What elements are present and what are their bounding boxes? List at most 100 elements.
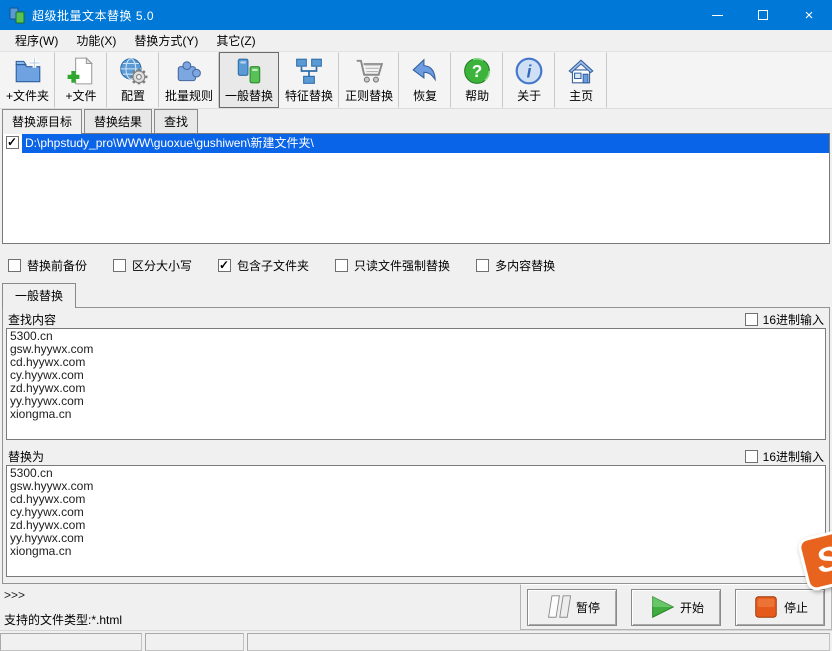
row-checkbox[interactable] <box>6 136 19 149</box>
checkbox[interactable] <box>745 313 758 326</box>
checkbox[interactable] <box>335 259 348 272</box>
find-header-row: 查找内容 16进制输入 <box>6 310 826 328</box>
toolbar-label: 批量规则 <box>165 87 213 104</box>
tab-replace-result[interactable]: 替换结果 <box>84 109 152 133</box>
toolbar-label: 一般替换 <box>225 87 273 104</box>
tab-replace-source[interactable]: 替换源目标 <box>2 109 82 134</box>
app-window: 超级批量文本替换 5.0 × 程序(W) 功能(X) 替换方式(Y) 其它(Z)… <box>0 0 832 651</box>
replace-hex-option[interactable]: 16进制输入 <box>745 448 824 465</box>
toolbar-feature-replace[interactable]: 特征替换 <box>279 52 339 108</box>
toolbar-label: 配置 <box>121 87 145 104</box>
option-force-readonly[interactable]: 只读文件强制替换 <box>335 257 450 274</box>
toolbar-regex-replace[interactable]: 正则替换 <box>339 52 399 108</box>
globe-gear-icon <box>118 56 148 86</box>
option-label: 多内容替换 <box>495 257 555 274</box>
find-content-textarea[interactable]: 5300.cn gsw.hyywx.com cd.hyywx.com cy.hy… <box>6 328 826 440</box>
stop-button[interactable]: 停止 <box>735 589 825 626</box>
cart-icon <box>354 56 384 86</box>
minimize-button[interactable] <box>694 0 740 30</box>
status-panel-1 <box>0 633 142 651</box>
menu-other[interactable]: 其它(Z) <box>207 29 264 52</box>
bottom-bar: >>> 支持的文件类型:*.html 暂停 开始 <box>0 584 832 630</box>
toolbar-label: 正则替换 <box>345 87 393 104</box>
home-icon <box>566 56 596 86</box>
minimize-icon <box>712 15 723 16</box>
replace-header-row: 替换为 16进制输入 <box>6 447 826 465</box>
toolbar-label: 帮助 <box>465 87 489 104</box>
window-title: 超级批量文本替换 5.0 <box>32 7 154 24</box>
close-icon: × <box>805 8 814 23</box>
source-list[interactable]: D:\phpstudy_pro\WWW\guoxue\gushiwen\新建文件… <box>2 133 830 244</box>
menu-replace-mode[interactable]: 替换方式(Y) <box>125 29 207 52</box>
titlebar: 超级批量文本替换 5.0 × <box>0 0 832 30</box>
toolbar-batch-rules[interactable]: 批量规则 <box>159 52 219 108</box>
toolbar-label: +文件夹 <box>6 87 49 104</box>
checkbox[interactable] <box>8 259 21 272</box>
hex-label: 16进制输入 <box>763 311 824 328</box>
source-tabstrip: 替换源目标 替换结果 查找 <box>0 110 832 133</box>
toolbar-homepage[interactable]: 主页 <box>555 52 607 108</box>
status-bar <box>0 630 832 651</box>
question-icon: ? <box>462 56 492 86</box>
toolbar-label: 主页 <box>569 87 593 104</box>
option-multi-content[interactable]: 多内容替换 <box>476 257 555 274</box>
status-panel-3 <box>247 633 830 651</box>
replace-content-textarea[interactable]: 5300.cn gsw.hyywx.com cd.hyywx.com cy.hy… <box>6 465 826 577</box>
toolbar-add-folder[interactable]: +文件夹 <box>0 52 55 108</box>
menubar: 程序(W) 功能(X) 替换方式(Y) 其它(Z) <box>0 30 832 52</box>
svg-text:?: ? <box>472 61 482 81</box>
pause-button[interactable]: 暂停 <box>527 589 617 626</box>
toolbar-about[interactable]: i 关于 <box>503 52 555 108</box>
checkbox[interactable] <box>218 259 231 272</box>
play-icon <box>648 593 676 621</box>
option-case-sensitive[interactable]: 区分大小写 <box>113 257 192 274</box>
option-include-subfolders[interactable]: 包含子文件夹 <box>218 257 309 274</box>
tab-search[interactable]: 查找 <box>154 109 198 133</box>
replace-label: 替换为 <box>8 448 44 465</box>
source-path: D:\phpstudy_pro\WWW\guoxue\gushiwen\新建文件… <box>22 133 829 153</box>
checkbox[interactable] <box>476 259 489 272</box>
bottom-status-text: >>> 支持的文件类型:*.html <box>0 584 520 630</box>
toolbar-label: 关于 <box>517 87 541 104</box>
replace-tabstrip: 一般替换 <box>2 285 830 307</box>
replace-panel: 查找内容 16进制输入 5300.cn gsw.hyywx.com cd.hyy… <box>2 307 830 584</box>
tab-general-replace[interactable]: 一般替换 <box>2 283 76 308</box>
app-icon <box>8 6 26 24</box>
pause-label: 暂停 <box>576 599 600 616</box>
network-tree-icon <box>294 56 324 86</box>
checkbox[interactable] <box>745 450 758 463</box>
action-button-panel: 暂停 开始 停止 <box>520 584 832 630</box>
maximize-button[interactable] <box>740 0 786 30</box>
menu-program[interactable]: 程序(W) <box>6 29 67 52</box>
find-label: 查找内容 <box>8 311 56 328</box>
add-folder-icon <box>13 56 43 86</box>
find-hex-option[interactable]: 16进制输入 <box>745 311 824 328</box>
maximize-icon <box>758 10 768 20</box>
puzzle-icon <box>174 56 204 86</box>
file-types-text: 支持的文件类型:*.html <box>4 611 520 628</box>
log-prompt: >>> <box>4 588 520 602</box>
source-list-row[interactable]: D:\phpstudy_pro\WWW\guoxue\gushiwen\新建文件… <box>3 134 829 151</box>
toolbar-general-replace[interactable]: 一般替换 <box>219 52 279 108</box>
toolbar-help[interactable]: ? 帮助 <box>451 52 503 108</box>
pages-swap-icon <box>234 56 264 86</box>
hex-label: 16进制输入 <box>763 448 824 465</box>
menu-function[interactable]: 功能(X) <box>67 29 125 52</box>
toolbar-label: 特征替换 <box>285 87 333 104</box>
option-backup-before-replace[interactable]: 替换前备份 <box>8 257 87 274</box>
status-panel-2 <box>145 633 244 651</box>
option-label: 替换前备份 <box>27 257 87 274</box>
add-file-icon <box>66 56 96 86</box>
toolbar-label: +文件 <box>66 87 97 104</box>
info-icon: i <box>514 56 544 86</box>
checkbox[interactable] <box>113 259 126 272</box>
option-label: 包含子文件夹 <box>237 257 309 274</box>
toolbar-add-file[interactable]: +文件 <box>55 52 107 108</box>
option-label: 只读文件强制替换 <box>354 257 450 274</box>
toolbar-config[interactable]: 配置 <box>107 52 159 108</box>
toolbar-restore[interactable]: 恢复 <box>399 52 451 108</box>
close-button[interactable]: × <box>786 0 832 30</box>
undo-arrow-icon <box>410 56 440 86</box>
start-button[interactable]: 开始 <box>631 589 721 626</box>
start-label: 开始 <box>680 599 704 616</box>
